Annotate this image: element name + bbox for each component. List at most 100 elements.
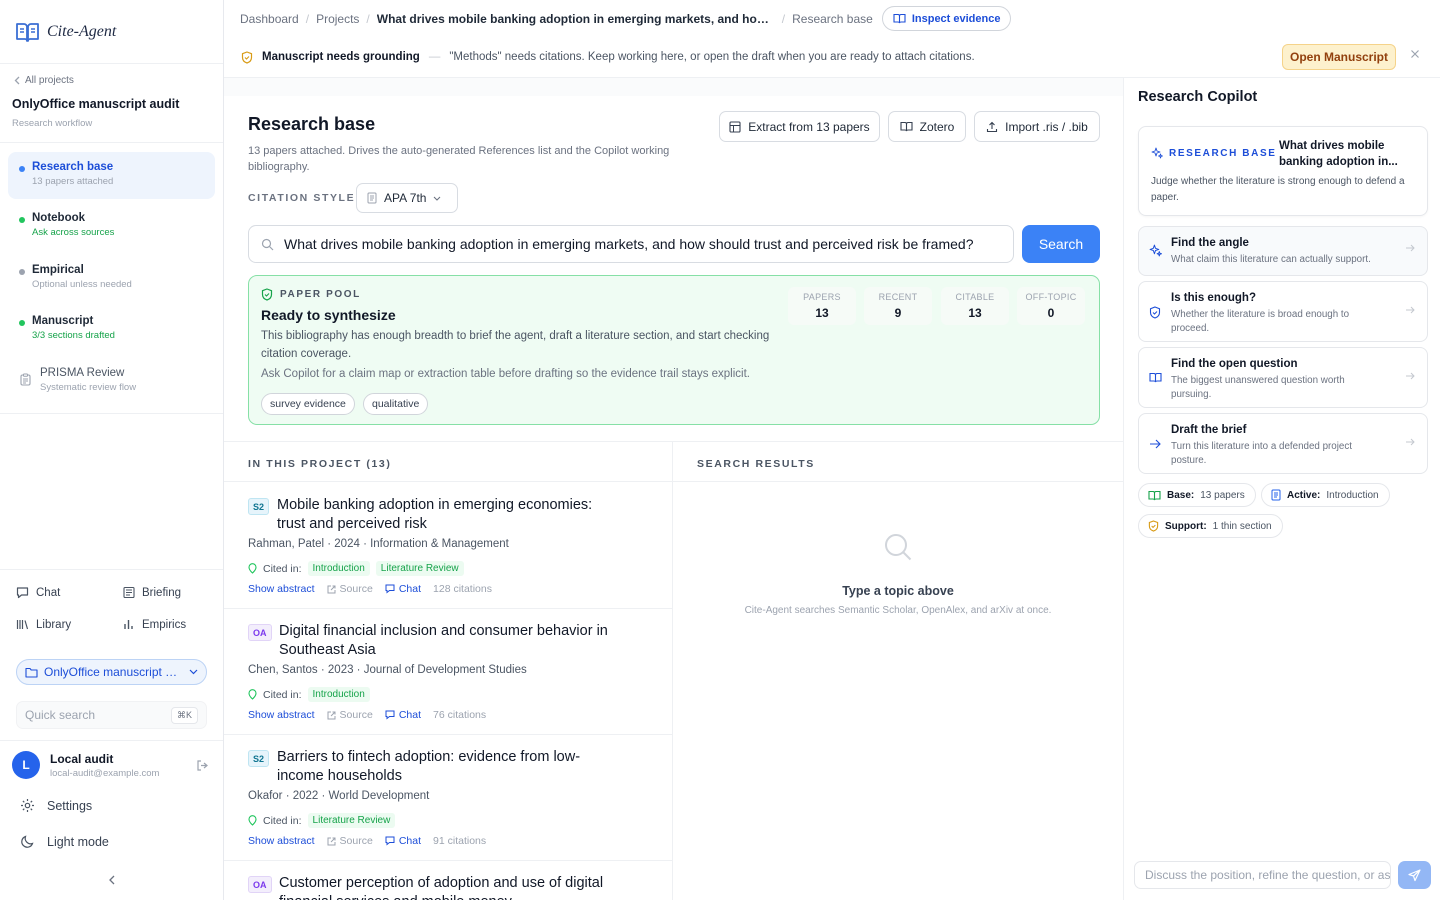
section-chip[interactable]: Literature Review bbox=[307, 813, 396, 828]
crumb-separator: / bbox=[781, 11, 786, 26]
show-abstract-link[interactable]: Show abstract bbox=[248, 709, 315, 721]
library-icon bbox=[16, 618, 29, 631]
support-pill[interactable]: Support: 1 thin section bbox=[1138, 514, 1283, 538]
settings-link[interactable]: Settings bbox=[20, 798, 92, 813]
search-button[interactable]: Search bbox=[1022, 225, 1100, 263]
user-profile[interactable]: L Local audit local-audit@example.com bbox=[12, 751, 212, 779]
book-open-icon bbox=[1148, 490, 1161, 501]
banner-title: Manuscript needs grounding bbox=[262, 51, 420, 63]
newspaper-icon bbox=[122, 586, 135, 599]
sidebar-item-manuscript[interactable]: Manuscript 3/3 sections drafted bbox=[8, 306, 215, 353]
project-papers-panel: IN THIS PROJECT (13) S2 Mobile banking a… bbox=[224, 442, 673, 900]
back-to-projects-link[interactable]: All projects bbox=[14, 75, 74, 86]
citation-style-select[interactable]: APA 7th bbox=[356, 183, 458, 213]
section-chip[interactable]: Literature Review bbox=[375, 561, 464, 576]
citation-count: 76 citations bbox=[433, 709, 487, 721]
section-chip[interactable]: Introduction bbox=[307, 561, 370, 576]
clipboard-icon bbox=[20, 373, 31, 386]
search-input[interactable]: What drives mobile banking adoption in e… bbox=[248, 225, 1014, 263]
logout-icon[interactable] bbox=[196, 759, 209, 772]
chevron-left-icon bbox=[14, 76, 20, 85]
paper-title[interactable]: Barriers to fintech adoption: evidence f… bbox=[277, 748, 617, 786]
context-description: Judge whether the literature is strong e… bbox=[1151, 176, 1405, 203]
message-icon bbox=[385, 710, 395, 720]
sidebar-item-empirical[interactable]: Empirical Optional unless needed bbox=[8, 255, 215, 302]
theme-toggle[interactable]: Light mode bbox=[20, 834, 109, 849]
pill-value: Introduction bbox=[1326, 489, 1379, 501]
close-icon[interactable] bbox=[1410, 49, 1420, 59]
banner-dash: — bbox=[428, 51, 441, 63]
cited-label: Cited in: bbox=[263, 562, 302, 575]
collapse-sidebar-icon[interactable] bbox=[108, 875, 115, 885]
topic-tag[interactable]: survey evidence bbox=[261, 393, 355, 415]
zotero-button[interactable]: Zotero bbox=[888, 111, 966, 142]
paper-pool-hint: Ask Copilot for a claim map or extractio… bbox=[261, 368, 750, 380]
section-chip[interactable]: Introduction bbox=[307, 687, 370, 702]
crumb-dashboard[interactable]: Dashboard bbox=[240, 12, 299, 26]
sidebar-item-prisma-review[interactable]: PRISMA Review Systematic review flow bbox=[8, 358, 215, 405]
action-draft-the-brief[interactable]: Draft the brief Turn this literature int… bbox=[1138, 413, 1428, 474]
inspect-evidence-button[interactable]: Inspect evidence bbox=[881, 6, 1012, 31]
base-pill[interactable]: Base: 13 papers bbox=[1138, 483, 1256, 507]
paper-item[interactable]: S2 Mobile banking adoption in emerging e… bbox=[224, 483, 673, 609]
quick-search-placeholder: Quick search bbox=[25, 708, 96, 722]
tool-empirics[interactable]: Empirics bbox=[122, 618, 186, 631]
sidebar: Cite-Agent All projects OnlyOffice manus… bbox=[0, 0, 224, 900]
arrow-right-icon bbox=[1405, 438, 1415, 446]
tool-chat[interactable]: Chat bbox=[16, 586, 60, 599]
import-button[interactable]: Import .ris / .bib bbox=[974, 111, 1100, 142]
page-subtitle: 13 papers attached. Drives the auto-gene… bbox=[248, 145, 670, 173]
external-link-icon bbox=[327, 837, 336, 846]
paper-title[interactable]: Customer perception of adoption and use … bbox=[279, 874, 619, 900]
show-abstract-link[interactable]: Show abstract bbox=[248, 835, 315, 847]
paper-title[interactable]: Digital financial inclusion and consumer… bbox=[279, 622, 619, 660]
chat-link[interactable]: Chat bbox=[385, 583, 421, 595]
search-icon bbox=[883, 532, 913, 562]
tool-briefing[interactable]: Briefing bbox=[122, 586, 181, 599]
pill-value: 13 papers bbox=[1200, 489, 1245, 501]
paper-pool-title: Ready to synthesize bbox=[261, 307, 396, 323]
grounding-banner: Manuscript needs grounding — "Methods" n… bbox=[224, 37, 1440, 78]
source-link[interactable]: Source bbox=[327, 709, 373, 721]
paper-item[interactable]: OA Customer perception of adoption and u… bbox=[224, 861, 673, 900]
open-manuscript-button[interactable]: Open Manuscript bbox=[1282, 44, 1396, 70]
extract-button[interactable]: Extract from 13 papers bbox=[719, 111, 880, 142]
document-icon bbox=[367, 192, 377, 204]
context-tag-label: RESEARCH BASE bbox=[1169, 147, 1277, 159]
chevron-down-icon bbox=[189, 669, 198, 675]
show-abstract-link[interactable]: Show abstract bbox=[248, 583, 315, 595]
pin-icon bbox=[248, 815, 257, 826]
source-badge: S2 bbox=[248, 750, 270, 767]
divider bbox=[0, 569, 223, 570]
action-find-the-open-question[interactable]: Find the open question The biggest unans… bbox=[1138, 347, 1428, 408]
crumb-project[interactable]: What drives mobile banking adoption in e… bbox=[377, 12, 775, 26]
crumb-separator: / bbox=[305, 11, 310, 26]
action-is-this-enough[interactable]: Is this enough? Whether the literature i… bbox=[1138, 281, 1428, 342]
project-context-selector[interactable]: OnlyOffice manuscript audit bbox=[16, 659, 207, 685]
paper-item[interactable]: S2 Barriers to fintech adoption: evidenc… bbox=[224, 735, 673, 861]
action-find-the-angle[interactable]: Find the angle What claim this literatur… bbox=[1138, 226, 1428, 276]
send-button[interactable] bbox=[1398, 861, 1431, 889]
crumb-projects[interactable]: Projects bbox=[316, 12, 359, 26]
sidebar-item-research-base[interactable]: Research base 13 papers attached bbox=[8, 152, 215, 199]
quick-search-input[interactable]: Quick search ⌘K bbox=[16, 701, 207, 729]
source-link[interactable]: Source bbox=[327, 583, 373, 595]
chat-link[interactable]: Chat bbox=[385, 709, 421, 721]
chat-link[interactable]: Chat bbox=[385, 835, 421, 847]
cited-label: Cited in: bbox=[263, 814, 302, 827]
sidebar-item-sub: 3/3 sections drafted bbox=[32, 330, 115, 341]
source-link[interactable]: Source bbox=[327, 835, 373, 847]
brand[interactable]: Cite-Agent bbox=[0, 0, 223, 64]
external-link-icon bbox=[327, 711, 336, 720]
tool-library[interactable]: Library bbox=[16, 618, 71, 631]
brand-name: Cite-Agent bbox=[47, 22, 117, 40]
topic-tag[interactable]: qualitative bbox=[363, 393, 429, 415]
copilot-message-input[interactable]: Discuss the position, refine the questio… bbox=[1134, 861, 1391, 889]
empty-state-title: Type a topic above bbox=[842, 584, 954, 598]
message-icon bbox=[16, 586, 29, 599]
paper-title[interactable]: Mobile banking adoption in emerging econ… bbox=[277, 496, 617, 534]
active-pill[interactable]: Active: Introduction bbox=[1261, 483, 1390, 507]
sidebar-item-notebook[interactable]: Notebook Ask across sources bbox=[8, 203, 215, 250]
status-dot bbox=[19, 217, 25, 223]
paper-item[interactable]: OA Digital financial inclusion and consu… bbox=[224, 609, 673, 735]
